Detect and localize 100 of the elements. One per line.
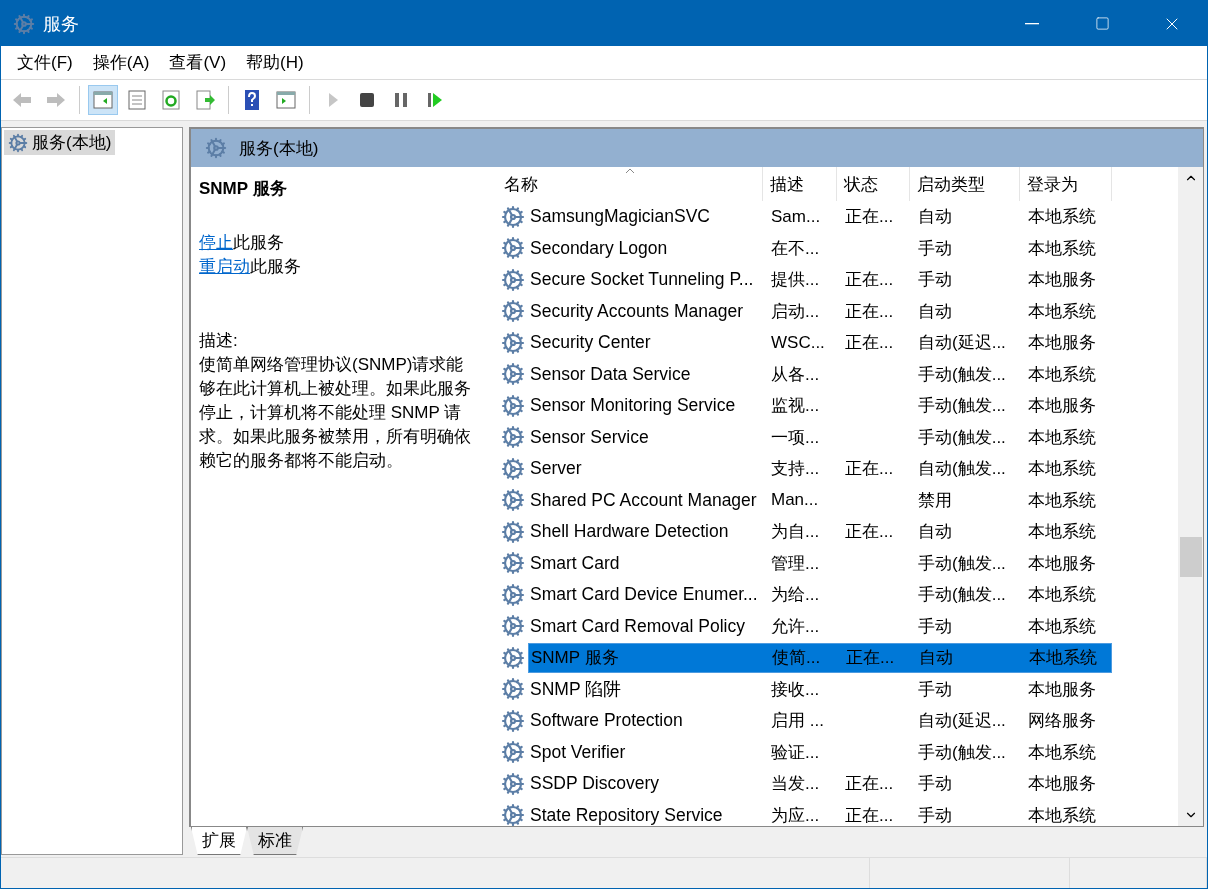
table-cell-text: 接收... [770,678,821,701]
service-name[interactable]: Security Center [528,330,653,356]
service-name[interactable]: Sensor Monitoring Service [528,393,738,419]
window-title: 服务 [43,12,80,36]
table-cell-text: 本地系统 [1027,363,1097,386]
table-cell-text: 自动 [917,206,953,229]
table-cell-text: 允许... [770,615,821,638]
gear-icon [501,582,525,607]
menu-item[interactable]: 查看(V) [159,51,237,74]
gear-icon [501,267,525,292]
table-cell-text: 手动(触发... [917,741,1007,764]
table-cell-text: 本地服务 [1027,552,1097,575]
table-cell-text: 正在... [845,647,896,670]
gear-icon [501,330,525,355]
table-cell-text: 手动 [917,773,953,796]
table-cell-text: 正在... [844,804,895,826]
table-cell-text: 自动(延迟... [917,332,1007,355]
column-header[interactable]: 登录为 [1020,167,1112,201]
table-cell-text: 手动(触发... [917,363,1007,386]
action-link[interactable]: 停止 [199,233,233,252]
export-icon [194,89,216,111]
table-cell-text: 本地服务 [1027,395,1097,418]
service-name[interactable]: Spot Verifier [528,739,628,765]
menu-item[interactable]: 文件(F) [7,51,83,74]
gear-icon [8,132,28,153]
table-cell-text: 为自... [770,521,821,544]
service-name[interactable]: Sensor Service [528,424,651,450]
gear-icon [501,614,525,639]
service-name[interactable]: Software Protection [528,708,685,734]
table-cell-text: 提供... [770,269,821,292]
table-cell-text: 手动(触发... [917,552,1007,575]
service-name: SNMP 服务 [530,647,620,670]
gear-icon [501,551,525,576]
service-title: SNMP 服务 [199,178,288,200]
service-name[interactable]: Server [528,456,584,482]
table-cell-text: 手动(触发... [917,395,1007,418]
menu-item[interactable]: 帮助(H) [236,51,314,74]
table-cell-text: 一项... [770,426,821,449]
document-list-icon [126,89,148,111]
view-tab[interactable]: 标准 [247,827,303,855]
service-name[interactable]: Sensor Data Service [528,361,693,387]
table-cell-text: 本地系统 [1027,804,1097,826]
service-name[interactable]: Smart Card Device Enumer... [528,582,760,608]
gear-icon [13,12,35,35]
table-cell-text: 为给... [770,584,821,607]
table-cell-text: 自动 [917,300,953,323]
table-cell-text: 本地服务 [1027,269,1097,292]
service-name[interactable]: Secure Socket Tunneling P... [528,267,756,293]
gear-icon [205,137,227,159]
maximize-icon [1094,16,1110,31]
service-name[interactable]: State Repository Service [528,802,725,826]
table-cell-text: 本地服务 [1027,678,1097,701]
service-name[interactable]: Shell Hardware Detection [528,519,731,545]
column-header[interactable]: 状态 [837,167,910,201]
service-name[interactable]: Security Accounts Manager [528,298,746,324]
minimize-icon [1025,22,1039,25]
table-cell-text: 管理... [770,552,821,575]
table-cell-text: 正在... [844,206,895,229]
table-cell-text: WSC... [770,331,826,354]
table-cell-text: 正在... [844,458,895,481]
gear-icon [501,393,525,418]
table-cell-text: 手动(触发... [917,584,1007,607]
description-label: 描述: [199,330,239,352]
table-cell-text: 手动 [917,615,953,638]
table-cell-text: 正在... [844,300,895,323]
service-name[interactable]: SamsungMagicianSVC [528,204,712,230]
table-cell-text: 自动(延迟... [917,710,1007,733]
table-cell-text: 手动(触发... [917,426,1007,449]
table-cell-text: Man... [770,489,820,512]
column-header[interactable]: 名称 [497,167,763,201]
action-link[interactable]: 重启动 [199,257,250,276]
service-name[interactable]: SSDP Discovery [528,771,662,797]
menu-item[interactable]: 操作(A) [82,51,160,74]
gear-icon [501,425,525,450]
table-cell-text: Sam... [770,205,822,228]
description-text: 使简单网络管理协议(SNMP)请求能够在此计算机上被处理。如果此服务停止，计算机将不能处理 SNMP 请求。如果此服务被禁用，所有明确依赖它的服务都将不能启动。 [199,354,472,472]
table-cell-text: 正在... [844,521,895,544]
selected-row[interactable]: SNMP 服务 使简... 正在... 自动 本地系统 [528,642,1112,673]
table-cell-text: 自动(触发... [917,458,1007,481]
service-name[interactable]: Smart Card [528,550,622,576]
table-cell-text: 监视... [770,395,821,418]
table-cell-text: 本地系统 [1027,615,1097,638]
panel-icon [275,89,297,111]
table-cell-text: 从各... [770,363,821,386]
view-tab[interactable]: 扩展 [191,827,247,855]
service-name[interactable]: Secondary Logon [528,235,670,261]
gear-icon [501,740,525,765]
tree-item[interactable]: 服务(本地) [4,130,116,155]
gear-icon [501,362,525,387]
table-cell-text: 手动 [917,804,953,826]
table-cell-text: 本地系统 [1028,647,1098,670]
scrollbar-thumb[interactable] [1179,536,1202,577]
table-cell-text: 支持... [770,458,821,481]
table-cell-text: 正在... [844,332,895,355]
service-name[interactable]: Smart Card Removal Policy [528,613,747,639]
service-name[interactable]: Shared PC Account Manager [528,487,759,513]
column-header[interactable]: 描述 [763,167,837,201]
service-name[interactable]: SNMP 陷阱 [528,675,624,704]
column-header[interactable]: 启动类型 [910,167,1020,201]
scrollbar[interactable] [1178,167,1203,826]
